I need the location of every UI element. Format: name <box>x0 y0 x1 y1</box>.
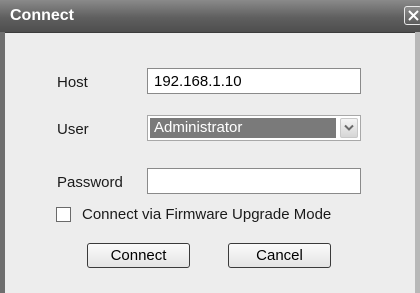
connect-dialog: Connect Host User Administrator Password… <box>0 0 420 293</box>
dialog-title: Connect <box>10 7 74 24</box>
user-label: User <box>57 121 89 138</box>
connect-button[interactable]: Connect <box>87 243 190 268</box>
close-icon <box>408 10 419 21</box>
user-selected-value: Administrator <box>150 118 336 138</box>
window-right-border <box>415 32 420 293</box>
close-button[interactable] <box>404 6 420 25</box>
host-input[interactable] <box>147 68 361 94</box>
cancel-button[interactable]: Cancel <box>228 243 331 268</box>
password-input[interactable] <box>147 168 361 194</box>
user-dropdown-button[interactable] <box>340 118 358 138</box>
chevron-down-icon <box>344 124 354 131</box>
host-label: Host <box>57 74 88 91</box>
window-left-border <box>0 32 5 293</box>
user-select[interactable]: Administrator <box>147 115 361 141</box>
firmware-mode-checkbox[interactable] <box>56 207 71 222</box>
password-label: Password <box>57 174 123 191</box>
title-bar[interactable]: Connect <box>0 0 420 33</box>
firmware-mode-label[interactable]: Connect via Firmware Upgrade Mode <box>82 206 331 223</box>
